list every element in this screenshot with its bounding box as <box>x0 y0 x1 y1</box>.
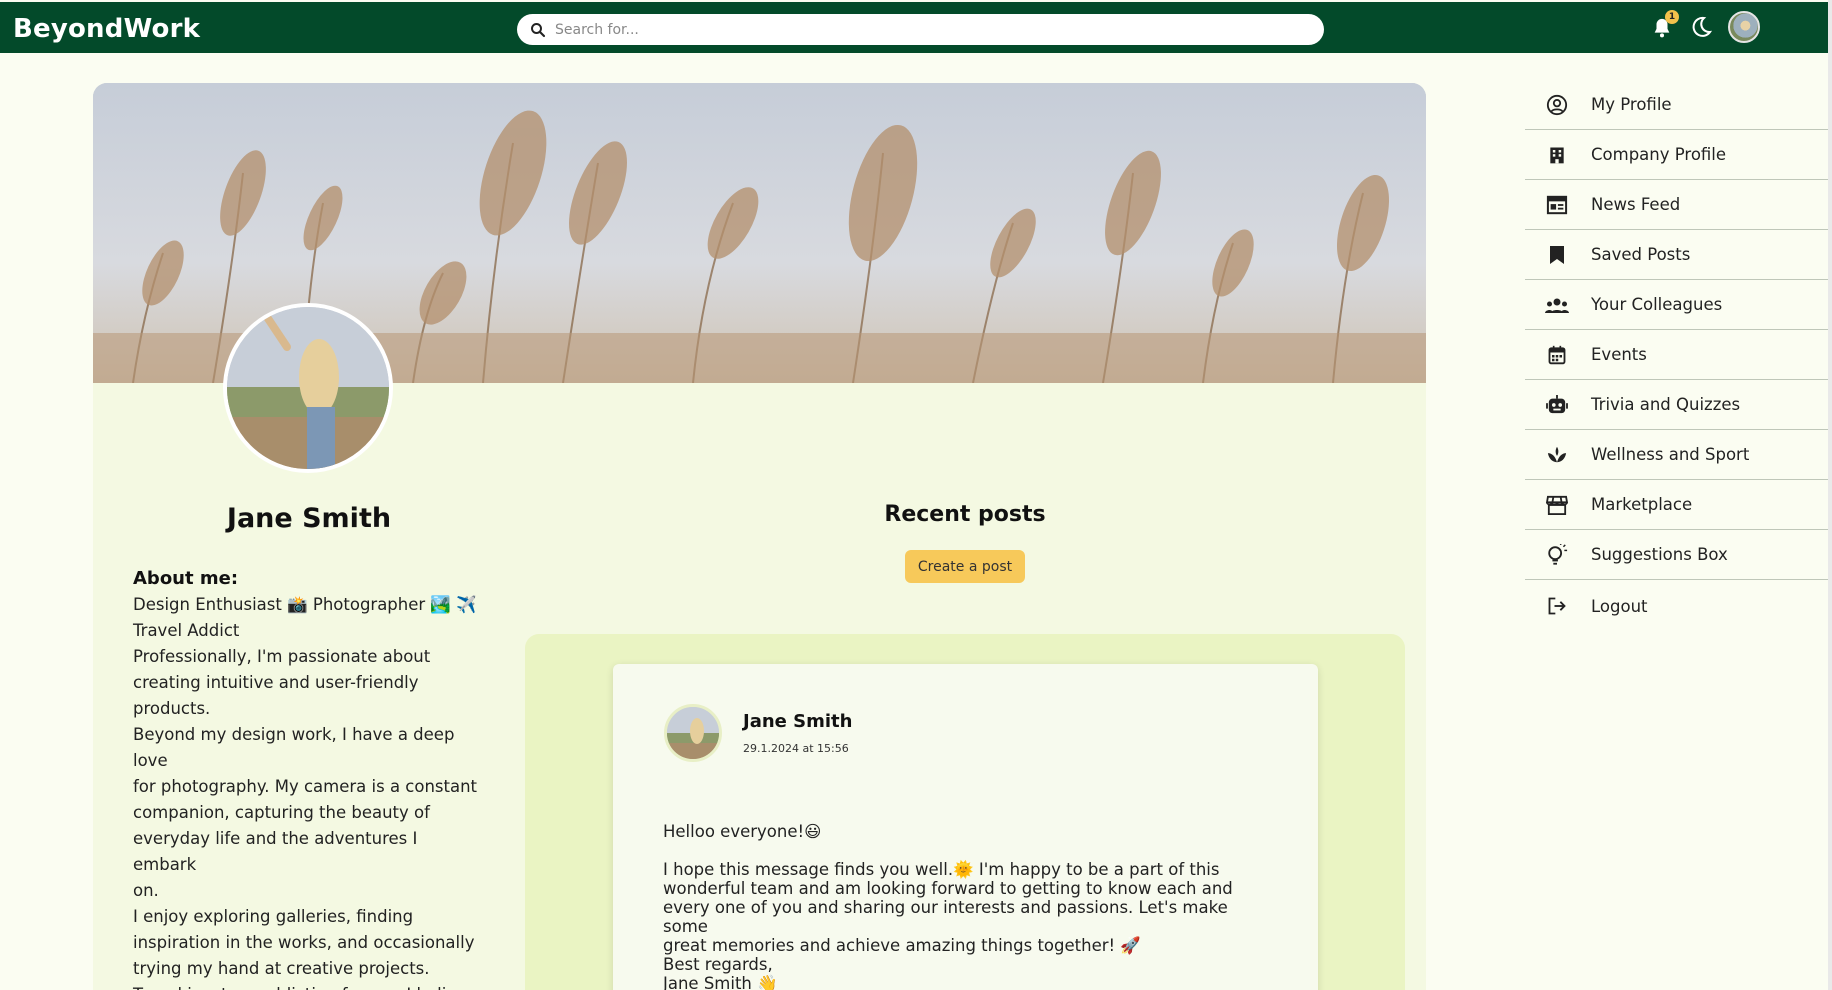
sidebar-item-your-colleagues[interactable]: Your Colleagues <box>1525 280 1832 330</box>
sidebar-item-saved-posts[interactable]: Saved Posts <box>1525 230 1832 280</box>
sidebar-item-label: Marketplace <box>1591 495 1693 514</box>
profile-photo <box>227 307 389 469</box>
post-author-photo <box>667 707 719 759</box>
sidebar-item-logout[interactable]: Logout <box>1525 580 1832 632</box>
sidebar-item-label: Trivia and Quizzes <box>1591 395 1741 414</box>
newspaper-icon <box>1545 193 1569 217</box>
sidebar-item-label: Saved Posts <box>1591 245 1691 264</box>
sidebar-item-company-profile[interactable]: Company Profile <box>1525 130 1832 180</box>
sidebar-item-suggestions-box[interactable]: Suggestions Box <box>1525 530 1832 580</box>
search-input[interactable] <box>555 21 1275 38</box>
building-icon <box>1545 143 1569 167</box>
bookmark-icon <box>1545 243 1569 267</box>
profile-name: Jane Smith <box>226 503 392 534</box>
profile-avatar[interactable] <box>223 303 393 473</box>
window-scrollbar[interactable] <box>1828 0 1832 990</box>
sidebar-item-marketplace[interactable]: Marketplace <box>1525 480 1832 530</box>
sidebar-item-news-feed[interactable]: News Feed <box>1525 180 1832 230</box>
robot-icon <box>1545 393 1569 417</box>
sidebar-item-label: Your Colleagues <box>1591 295 1723 314</box>
recent-posts-heading: Recent posts <box>884 502 1046 527</box>
post-body-text: Helloo everyone!😃 I hope this message fi… <box>663 822 1233 990</box>
sidebar-item-my-profile[interactable]: My Profile <box>1525 80 1832 130</box>
top-navbar: BeyondWork 1 <box>0 2 1832 53</box>
notification-badge: 1 <box>1665 10 1679 24</box>
user-avatar[interactable] <box>1728 11 1760 43</box>
sidebar-item-label: Company Profile <box>1591 145 1727 164</box>
sidebar-nav: My Profile Company Profile News Feed Sav… <box>1525 80 1832 632</box>
dark-mode-moon-icon[interactable] <box>1689 15 1713 39</box>
sidebar-item-label: Events <box>1591 345 1647 364</box>
sidebar-item-wellness-and-sport[interactable]: Wellness and Sport <box>1525 430 1832 480</box>
brand-logo[interactable]: BeyondWork <box>13 14 200 44</box>
sidebar-item-label: Logout <box>1591 596 1648 616</box>
store-icon <box>1545 493 1569 517</box>
lotus-icon <box>1545 443 1569 467</box>
sidebar-item-events[interactable]: Events <box>1525 330 1832 380</box>
sidebar-item-label: Suggestions Box <box>1591 545 1728 564</box>
sidebar-item-label: News Feed <box>1591 195 1681 214</box>
user-circle-icon <box>1545 93 1569 117</box>
people-icon <box>1545 293 1569 317</box>
post-author-avatar[interactable] <box>664 704 722 762</box>
search-icon <box>531 22 546 37</box>
sidebar-item-label: Wellness and Sport <box>1591 445 1750 464</box>
lightbulb-icon <box>1545 543 1569 567</box>
logout-icon <box>1545 594 1569 618</box>
create-post-button[interactable]: Create a post <box>905 550 1025 583</box>
about-me-heading: About me: <box>133 568 239 589</box>
post-timestamp: 29.1.2024 at 15:56 <box>743 742 849 755</box>
sidebar-item-label: My Profile <box>1591 95 1672 114</box>
search-bar[interactable] <box>517 14 1324 45</box>
post-author-name[interactable]: Jane Smith <box>743 711 852 732</box>
calendar-icon <box>1545 343 1569 367</box>
sidebar-item-trivia-and-quizzes[interactable]: Trivia and Quizzes <box>1525 380 1832 430</box>
about-me-text: Design Enthusiast 📸 Photographer 🏞️ ✈️ T… <box>133 595 478 990</box>
